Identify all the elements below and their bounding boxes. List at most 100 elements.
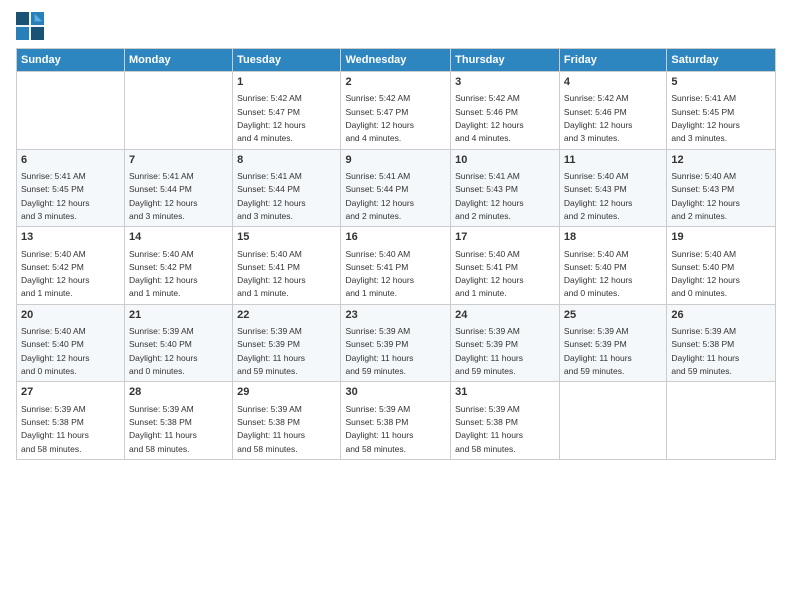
day-cell xyxy=(559,382,666,460)
header xyxy=(16,12,776,40)
col-header-sunday: Sunday xyxy=(17,49,125,72)
col-header-thursday: Thursday xyxy=(451,49,560,72)
day-number: 2 xyxy=(345,75,446,90)
header-row: SundayMondayTuesdayWednesdayThursdayFrid… xyxy=(17,49,776,72)
day-info: Sunrise: 5:40 AM Sunset: 5:40 PM Dayligh… xyxy=(21,326,90,376)
calendar-table: SundayMondayTuesdayWednesdayThursdayFrid… xyxy=(16,48,776,460)
day-cell: 8 Sunrise: 5:41 AM Sunset: 5:44 PM Daylig… xyxy=(233,149,341,227)
day-info: Sunrise: 5:39 AM Sunset: 5:40 PM Dayligh… xyxy=(129,326,198,376)
day-cell xyxy=(125,72,233,150)
day-number: 3 xyxy=(455,75,555,90)
day-cell: 30Sunrise: 5:39 AM Sunset: 5:38 PM Dayli… xyxy=(341,382,451,460)
day-info: Sunrise: 5:42 AM Sunset: 5:46 PM Dayligh… xyxy=(564,93,633,143)
day-info: Sunrise: 5:39 AM Sunset: 5:38 PM Dayligh… xyxy=(455,404,523,454)
day-info: Sunrise: 5:41 AM Sunset: 5:45 PM Dayligh… xyxy=(21,171,90,221)
day-cell xyxy=(17,72,125,150)
day-number: 9 xyxy=(345,153,446,168)
day-info: Sunrise: 5:39 AM Sunset: 5:39 PM Dayligh… xyxy=(455,326,523,376)
day-cell: 15Sunrise: 5:40 AM Sunset: 5:41 PM Dayli… xyxy=(233,227,341,305)
day-info: Sunrise: 5:39 AM Sunset: 5:39 PM Dayligh… xyxy=(345,326,413,376)
page: SundayMondayTuesdayWednesdayThursdayFrid… xyxy=(0,0,792,612)
day-cell: 20 Sunrise: 5:40 AM Sunset: 5:40 PM Dayli… xyxy=(17,304,125,382)
day-info: Sunrise: 5:41 AM Sunset: 5:44 PM Dayligh… xyxy=(237,171,306,221)
day-cell: 7 Sunrise: 5:41 AM Sunset: 5:44 PM Daylig… xyxy=(125,149,233,227)
day-info: Sunrise: 5:40 AM Sunset: 5:42 PM Dayligh… xyxy=(21,249,90,299)
day-info: Sunrise: 5:39 AM Sunset: 5:39 PM Dayligh… xyxy=(564,326,632,376)
day-info: Sunrise: 5:41 AM Sunset: 5:44 PM Dayligh… xyxy=(129,171,198,221)
day-info: Sunrise: 5:40 AM Sunset: 5:41 PM Dayligh… xyxy=(455,249,524,299)
day-number: 14 xyxy=(129,230,228,245)
day-info: Sunrise: 5:39 AM Sunset: 5:38 PM Dayligh… xyxy=(21,404,89,454)
day-number: 29 xyxy=(237,385,336,400)
day-cell: 9 Sunrise: 5:41 AM Sunset: 5:44 PM Daylig… xyxy=(341,149,451,227)
day-info: Sunrise: 5:40 AM Sunset: 5:42 PM Dayligh… xyxy=(129,249,198,299)
day-cell: 16 Sunrise: 5:40 AM Sunset: 5:41 PM Dayli… xyxy=(341,227,451,305)
day-info: Sunrise: 5:40 AM Sunset: 5:43 PM Dayligh… xyxy=(564,171,633,221)
day-number: 27 xyxy=(21,385,120,400)
day-cell: 3 Sunrise: 5:42 AM Sunset: 5:46 PM Daylig… xyxy=(451,72,560,150)
day-cell: 14 Sunrise: 5:40 AM Sunset: 5:42 PM Dayli… xyxy=(125,227,233,305)
day-info: Sunrise: 5:42 AM Sunset: 5:46 PM Dayligh… xyxy=(455,93,524,143)
day-cell: 4 Sunrise: 5:42 AM Sunset: 5:46 PM Daylig… xyxy=(559,72,666,150)
day-number: 15 xyxy=(237,230,336,245)
day-number: 26 xyxy=(671,308,771,323)
day-number: 5 xyxy=(671,75,771,90)
day-number: 6 xyxy=(21,153,120,168)
day-info: Sunrise: 5:40 AM Sunset: 5:40 PM Dayligh… xyxy=(671,249,740,299)
logo-icon xyxy=(16,12,44,40)
day-cell xyxy=(667,382,776,460)
day-cell: 2Sunrise: 5:42 AM Sunset: 5:47 PM Daylig… xyxy=(341,72,451,150)
day-cell: 23 Sunrise: 5:39 AM Sunset: 5:39 PM Dayli… xyxy=(341,304,451,382)
day-info: Sunrise: 5:41 AM Sunset: 5:43 PM Dayligh… xyxy=(455,171,524,221)
day-number: 13 xyxy=(21,230,120,245)
week-row-4: 20 Sunrise: 5:40 AM Sunset: 5:40 PM Dayli… xyxy=(17,304,776,382)
col-header-saturday: Saturday xyxy=(667,49,776,72)
col-header-friday: Friday xyxy=(559,49,666,72)
day-info: Sunrise: 5:39 AM Sunset: 5:38 PM Dayligh… xyxy=(237,404,305,454)
day-cell: 27 Sunrise: 5:39 AM Sunset: 5:38 PM Dayli… xyxy=(17,382,125,460)
day-number: 8 xyxy=(237,153,336,168)
day-number: 16 xyxy=(345,230,446,245)
day-number: 31 xyxy=(455,385,555,400)
day-cell: 13 Sunrise: 5:40 AM Sunset: 5:42 PM Dayli… xyxy=(17,227,125,305)
day-cell: 6 Sunrise: 5:41 AM Sunset: 5:45 PM Daylig… xyxy=(17,149,125,227)
day-number: 17 xyxy=(455,230,555,245)
day-cell: 29 Sunrise: 5:39 AM Sunset: 5:38 PM Dayli… xyxy=(233,382,341,460)
day-number: 22 xyxy=(237,308,336,323)
day-number: 12 xyxy=(671,153,771,168)
day-number: 10 xyxy=(455,153,555,168)
day-cell: 17 Sunrise: 5:40 AM Sunset: 5:41 PM Dayli… xyxy=(451,227,560,305)
day-info: Sunrise: 5:42 AM Sunset: 5:47 PM Dayligh… xyxy=(237,93,306,143)
day-cell: 25 Sunrise: 5:39 AM Sunset: 5:39 PM Dayli… xyxy=(559,304,666,382)
day-cell: 18Sunrise: 5:40 AM Sunset: 5:40 PM Dayli… xyxy=(559,227,666,305)
day-number: 4 xyxy=(564,75,662,90)
day-number: 20 xyxy=(21,308,120,323)
day-number: 1 xyxy=(237,75,336,90)
day-cell: 31 Sunrise: 5:39 AM Sunset: 5:38 PM Dayli… xyxy=(451,382,560,460)
day-number: 23 xyxy=(345,308,446,323)
day-cell: 10 Sunrise: 5:41 AM Sunset: 5:43 PM Dayli… xyxy=(451,149,560,227)
col-header-tuesday: Tuesday xyxy=(233,49,341,72)
day-info: Sunrise: 5:40 AM Sunset: 5:43 PM Dayligh… xyxy=(671,171,740,221)
day-number: 24 xyxy=(455,308,555,323)
day-number: 25 xyxy=(564,308,662,323)
day-info: Sunrise: 5:40 AM Sunset: 5:41 PM Dayligh… xyxy=(345,249,414,299)
day-number: 21 xyxy=(129,308,228,323)
day-info: Sunrise: 5:41 AM Sunset: 5:45 PM Dayligh… xyxy=(671,93,740,143)
day-cell: 12 Sunrise: 5:40 AM Sunset: 5:43 PM Dayli… xyxy=(667,149,776,227)
day-number: 11 xyxy=(564,153,662,168)
col-header-monday: Monday xyxy=(125,49,233,72)
day-info: Sunrise: 5:40 AM Sunset: 5:40 PM Dayligh… xyxy=(564,249,633,299)
day-cell: 19 Sunrise: 5:40 AM Sunset: 5:40 PM Dayli… xyxy=(667,227,776,305)
day-info: Sunrise: 5:39 AM Sunset: 5:38 PM Dayligh… xyxy=(671,326,739,376)
day-cell: 26 Sunrise: 5:39 AM Sunset: 5:38 PM Dayli… xyxy=(667,304,776,382)
day-cell: 28Sunrise: 5:39 AM Sunset: 5:38 PM Dayli… xyxy=(125,382,233,460)
day-number: 30 xyxy=(345,385,446,400)
day-number: 19 xyxy=(671,230,771,245)
day-cell: 24 Sunrise: 5:39 AM Sunset: 5:39 PM Dayli… xyxy=(451,304,560,382)
day-info: Sunrise: 5:39 AM Sunset: 5:38 PM Dayligh… xyxy=(129,404,197,454)
day-cell: 21 Sunrise: 5:39 AM Sunset: 5:40 PM Dayli… xyxy=(125,304,233,382)
day-number: 7 xyxy=(129,153,228,168)
day-info: Sunrise: 5:41 AM Sunset: 5:44 PM Dayligh… xyxy=(345,171,414,221)
day-cell: 22Sunrise: 5:39 AM Sunset: 5:39 PM Dayli… xyxy=(233,304,341,382)
